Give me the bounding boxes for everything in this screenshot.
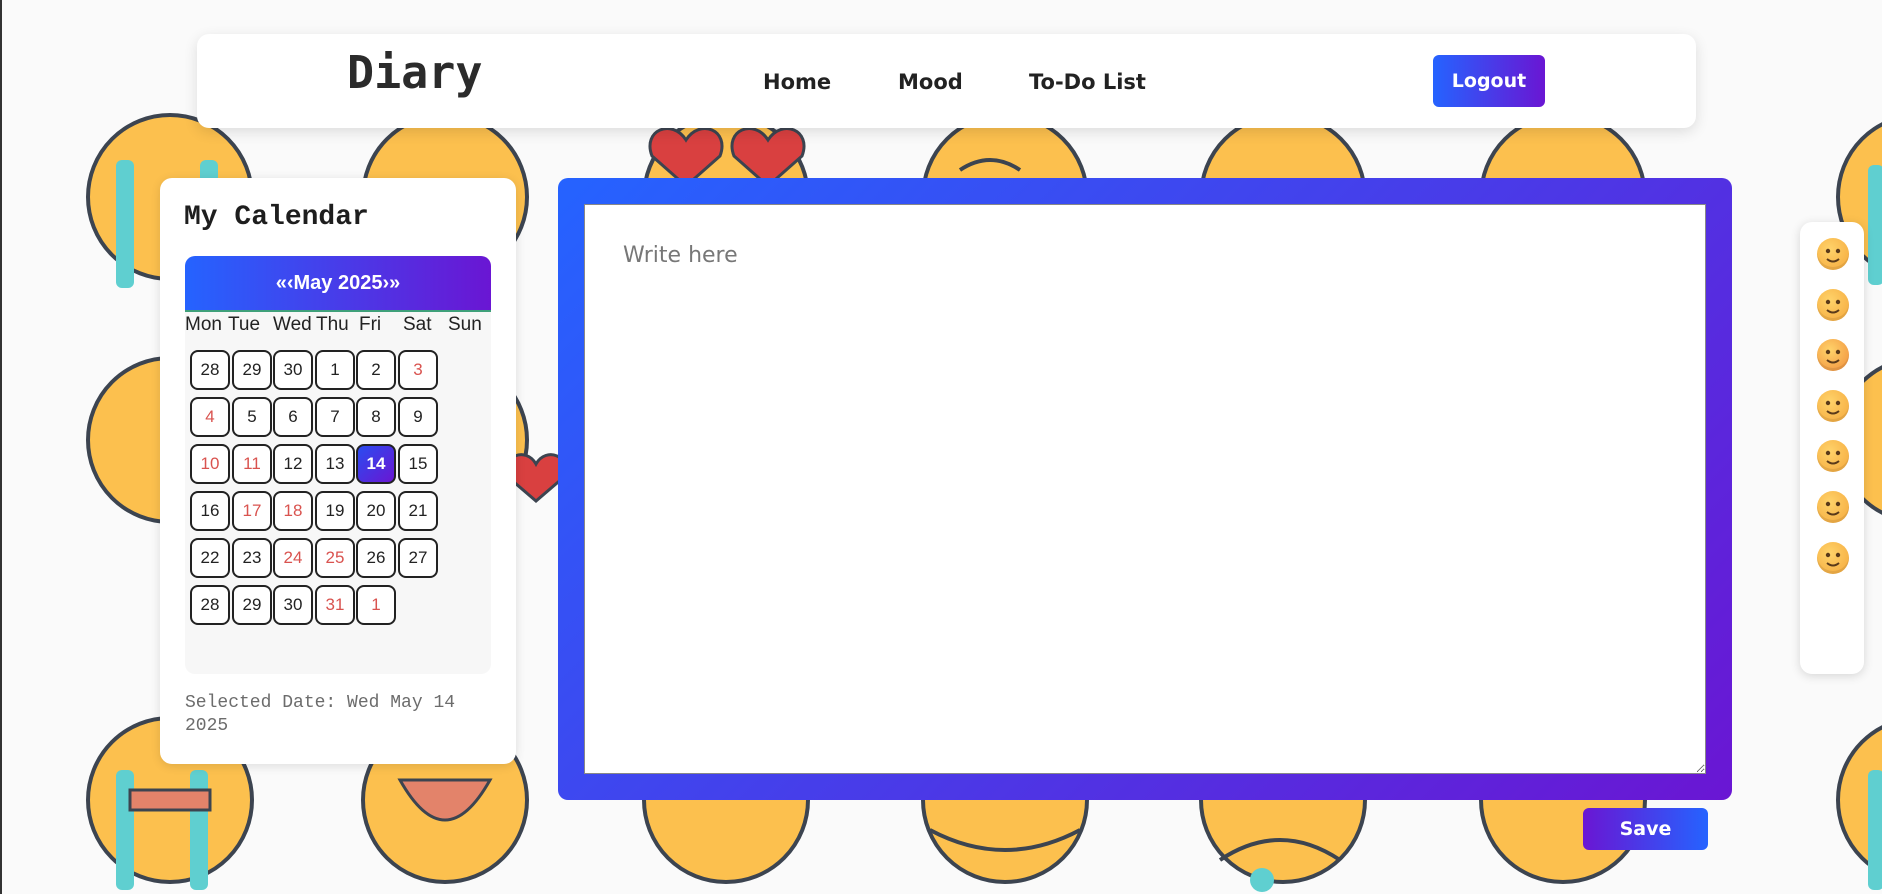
weekday-label: Fri (359, 314, 382, 335)
weekday-label: Tue (228, 314, 261, 335)
calendar-day-selected[interactable]: 14 (356, 444, 396, 484)
diary-editor-frame (558, 178, 1732, 800)
pensive-face-icon[interactable] (1817, 390, 1849, 422)
calendar-day[interactable]: 7 (315, 397, 355, 437)
calendar-day[interactable]: 9 (398, 397, 438, 437)
calendar-day[interactable]: 1 (356, 585, 396, 625)
pleading-face-icon-glyph (1825, 299, 1841, 314)
calendar-day[interactable]: 28 (190, 350, 230, 390)
screaming-face-icon-glyph (1825, 552, 1841, 567)
angry-face-icon[interactable] (1817, 339, 1849, 371)
screaming-face-icon[interactable] (1817, 542, 1849, 574)
calendar-day[interactable]: 15 (398, 444, 438, 484)
top-navbar: Diary Home Mood To-Do List Logout (197, 34, 1696, 128)
calendar-day[interactable]: 11 (232, 444, 272, 484)
smiling-face-icon-glyph (1825, 248, 1841, 263)
brand-title: Diary (347, 46, 483, 99)
mood-selector-bar (1800, 222, 1864, 674)
selected-date-text: Selected Date: Wed May 14 2025 (185, 692, 495, 738)
calendar-day[interactable]: 10 (190, 444, 230, 484)
calendar-day[interactable]: 20 (356, 491, 396, 531)
save-button[interactable]: Save (1583, 808, 1708, 850)
calendar-day[interactable]: 5 (232, 397, 272, 437)
calendar-day[interactable]: 27 (398, 538, 438, 578)
diary-entry-textarea[interactable] (584, 204, 1706, 774)
calendar-day[interactable]: 6 (273, 397, 313, 437)
flushed-face-icon-glyph (1825, 450, 1841, 465)
calendar-day[interactable]: 3 (398, 350, 438, 390)
weekday-label: Wed (273, 314, 312, 335)
laughing-tears-face-icon[interactable] (1817, 491, 1849, 523)
calendar-day[interactable]: 24 (273, 538, 313, 578)
prev-month-button[interactable]: «‹ (276, 272, 294, 295)
calendar-header: «‹ May 2025 ›» (185, 256, 491, 312)
calendar-day[interactable]: 18 (273, 491, 313, 531)
calendar-day[interactable]: 13 (315, 444, 355, 484)
calendar-day[interactable]: 1 (315, 350, 355, 390)
weekday-label: Sun (448, 314, 482, 335)
calendar-day[interactable]: 23 (232, 538, 272, 578)
calendar-day[interactable]: 28 (190, 585, 230, 625)
calendar-day[interactable]: 8 (356, 397, 396, 437)
calendar-card: My Calendar «‹ May 2025 ›» Mon Tue Wed T… (160, 178, 516, 764)
calendar-day[interactable]: 30 (273, 585, 313, 625)
weekday-label: Thu (316, 314, 349, 335)
nav-home[interactable]: Home (763, 70, 831, 94)
laughing-tears-face-icon-glyph (1825, 501, 1841, 516)
smiling-face-icon[interactable] (1817, 238, 1849, 270)
calendar-day[interactable]: 4 (190, 397, 230, 437)
next-month-button[interactable]: ›» (382, 272, 400, 295)
pensive-face-icon-glyph (1825, 400, 1841, 415)
angry-face-icon-glyph (1825, 349, 1841, 364)
calendar-day[interactable]: 12 (273, 444, 313, 484)
calendar-day[interactable]: 26 (356, 538, 396, 578)
flushed-face-icon[interactable] (1817, 440, 1849, 472)
calendar-day[interactable]: 2 (356, 350, 396, 390)
calendar-day[interactable]: 29 (232, 585, 272, 625)
calendar-day[interactable]: 19 (315, 491, 355, 531)
calendar-day[interactable]: 31 (315, 585, 355, 625)
calendar-day[interactable]: 22 (190, 538, 230, 578)
calendar-day[interactable]: 16 (190, 491, 230, 531)
weekday-label: Mon (185, 314, 222, 335)
logout-button[interactable]: Logout (1433, 55, 1545, 107)
calendar-day[interactable]: 30 (273, 350, 313, 390)
month-label: May 2025 (293, 271, 383, 294)
calendar-day[interactable]: 17 (232, 491, 272, 531)
weekday-label: Sat (403, 314, 432, 335)
selected-date-prefix: Selected Date: (185, 693, 337, 713)
calendar-widget: «‹ May 2025 ›» Mon Tue Wed Thu Fri Sat S… (185, 256, 491, 674)
weekday-row: Mon Tue Wed Thu Fri Sat Sun (185, 312, 491, 342)
calendar-title: My Calendar (184, 202, 369, 233)
nav-todo-list[interactable]: To-Do List (1029, 70, 1146, 94)
calendar-day[interactable]: 29 (232, 350, 272, 390)
nav-mood[interactable]: Mood (898, 70, 963, 94)
window-edge (0, 0, 2, 894)
calendar-day[interactable]: 21 (398, 491, 438, 531)
pleading-face-icon[interactable] (1817, 289, 1849, 321)
calendar-day[interactable]: 25 (315, 538, 355, 578)
